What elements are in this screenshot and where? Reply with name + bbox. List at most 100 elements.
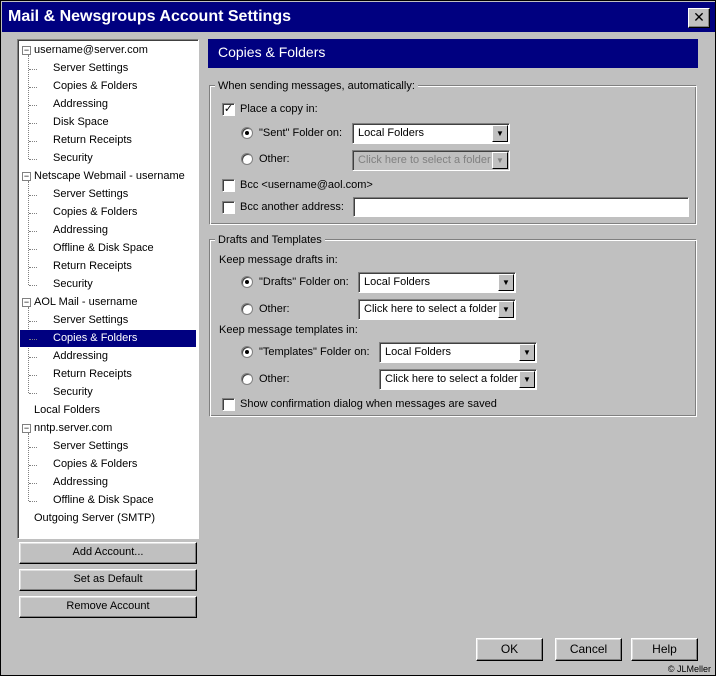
templates-other-radio[interactable]	[241, 373, 253, 385]
tree-item[interactable]: Addressing	[20, 96, 196, 113]
remove-account-button[interactable]: Remove Account	[19, 596, 197, 618]
tree-branch-line	[29, 213, 37, 214]
chevron-down-icon: ▼	[519, 344, 535, 361]
tree-item[interactable]: Addressing	[20, 474, 196, 491]
tree-branch-line	[29, 69, 37, 70]
tree-branch-line	[29, 285, 37, 286]
tree-node-label: Server Settings	[53, 62, 129, 74]
place-copy-checkbox[interactable]: ✓	[222, 103, 235, 116]
confirm-dialog-label: Show confirmation dialog when messages a…	[240, 398, 497, 410]
tree-branch-line	[29, 447, 37, 448]
tree-item[interactable]: Server Settings	[20, 60, 196, 77]
tree-item[interactable]: Server Settings	[20, 438, 196, 455]
tree-branch-line	[29, 123, 37, 124]
ok-button[interactable]: OK	[476, 638, 543, 661]
drafts-templates-title: Drafts and Templates	[215, 233, 325, 247]
other-folder-select[interactable]: Click here to select a folder ▼	[352, 150, 510, 171]
confirm-dialog-checkbox[interactable]	[222, 398, 235, 411]
drafts-folder-radio[interactable]	[241, 276, 253, 288]
help-button[interactable]: Help	[631, 638, 698, 661]
tree-branch-line	[29, 483, 37, 484]
window-title: Mail & Newsgroups Account Settings	[8, 8, 291, 25]
tree-branch-line	[29, 267, 37, 268]
tree-item[interactable]: Addressing	[20, 222, 196, 239]
bcc-address-input[interactable]	[353, 197, 689, 217]
drafts-other-select[interactable]: Click here to select a folder ▼	[358, 299, 516, 320]
bcc-self-checkbox[interactable]	[222, 179, 235, 192]
tree-item[interactable]: Offline & Disk Space	[20, 492, 196, 509]
tree-item[interactable]: Security	[20, 276, 196, 293]
tree-node-label: Disk Space	[53, 116, 109, 128]
templates-folder-label: "Templates" Folder on:	[259, 346, 370, 358]
tree-branch-line	[29, 249, 37, 250]
collapse-icon[interactable]: −	[22, 172, 31, 181]
account-settings-window: Mail & Newsgroups Account Settings ✕ − us…	[0, 0, 716, 676]
title-bar: Mail & Newsgroups Account Settings ✕	[2, 2, 715, 32]
tree-account-node[interactable]: − nntp.server.com	[20, 420, 196, 437]
tree-item[interactable]: Copies & Folders	[20, 330, 196, 347]
tree-node-label: Return Receipts	[53, 368, 132, 380]
tree-node-label: Offline & Disk Space	[53, 494, 154, 506]
tree-branch-line	[29, 159, 37, 160]
tree-node-label: Netscape Webmail - username	[34, 170, 185, 182]
sent-folder-radio[interactable]	[241, 127, 253, 139]
bcc-other-checkbox[interactable]	[222, 201, 235, 214]
tree-account-node[interactable]: − username@server.com	[20, 42, 196, 59]
tree-node-label: Return Receipts	[53, 134, 132, 146]
drafts-folder-select[interactable]: Local Folders ▼	[358, 272, 516, 293]
tree-node-label: Return Receipts	[53, 260, 132, 272]
tree-node-label: username@server.com	[34, 44, 148, 56]
add-account-button[interactable]: Add Account...	[19, 542, 197, 564]
tree-item[interactable]: Server Settings	[20, 186, 196, 203]
keep-templates-label: Keep message templates in:	[219, 324, 358, 336]
tree-node-label: AOL Mail - username	[34, 296, 138, 308]
radio-dot	[245, 350, 249, 354]
tree-item[interactable]: Return Receipts	[20, 258, 196, 275]
templates-folder-value: Local Folders	[385, 346, 452, 358]
tree-item[interactable]: Copies & Folders	[20, 78, 196, 95]
tree-account-node[interactable]: Outgoing Server (SMTP)	[20, 510, 196, 527]
tree-item[interactable]: Return Receipts	[20, 366, 196, 383]
set-as-default-button[interactable]: Set as Default	[19, 569, 197, 591]
tree-branch-line	[29, 393, 37, 394]
templates-folder-radio[interactable]	[241, 346, 253, 358]
tree-node-label: Copies & Folders	[53, 458, 138, 470]
drafts-other-label: Other:	[259, 303, 290, 315]
other-folder-radio[interactable]	[241, 153, 253, 165]
copyright-text: © JLMeller	[667, 664, 711, 674]
tree-account-node[interactable]: Local Folders	[20, 402, 196, 419]
tree-branch-line	[29, 87, 37, 88]
tree-branch-line	[29, 375, 37, 376]
close-button[interactable]: ✕	[688, 8, 710, 28]
check-icon: ✓	[223, 103, 234, 115]
tree-item[interactable]: Offline & Disk Space	[20, 240, 196, 257]
tree-item[interactable]: Copies & Folders	[20, 204, 196, 221]
sending-group-title: When sending messages, automatically:	[215, 79, 418, 93]
cancel-button[interactable]: Cancel	[555, 638, 622, 661]
sent-folder-label: "Sent" Folder on:	[259, 127, 343, 139]
templates-other-select[interactable]: Click here to select a folder ▼	[379, 369, 537, 390]
tree-branch-line	[29, 339, 37, 340]
tree-node-label: Server Settings	[53, 314, 129, 326]
tree-item[interactable]: Disk Space	[20, 114, 196, 131]
templates-other-value: Click here to select a folder	[385, 373, 518, 385]
tree-node-label: Copies & Folders	[53, 206, 138, 218]
tree-account-node[interactable]: − AOL Mail - username	[20, 294, 196, 311]
tree-account-node[interactable]: − Netscape Webmail - username	[20, 168, 196, 185]
tree-item[interactable]: Return Receipts	[20, 132, 196, 149]
chevron-down-icon: ▼	[498, 274, 514, 291]
tree-item[interactable]: Copies & Folders	[20, 456, 196, 473]
tree-node-label: Server Settings	[53, 440, 129, 452]
tree-item[interactable]: Security	[20, 384, 196, 401]
templates-folder-select[interactable]: Local Folders ▼	[379, 342, 537, 363]
tree-item[interactable]: Security	[20, 150, 196, 167]
tree-item[interactable]: Server Settings	[20, 312, 196, 329]
drafts-other-radio[interactable]	[241, 303, 253, 315]
tree-item[interactable]: Addressing	[20, 348, 196, 365]
sent-folder-select[interactable]: Local Folders ▼	[352, 123, 510, 144]
tree-node-label: Offline & Disk Space	[53, 242, 154, 254]
collapse-icon[interactable]: −	[22, 298, 31, 307]
collapse-icon[interactable]: −	[22, 424, 31, 433]
drafts-folder-value: Local Folders	[364, 276, 431, 288]
collapse-icon[interactable]: −	[22, 46, 31, 55]
